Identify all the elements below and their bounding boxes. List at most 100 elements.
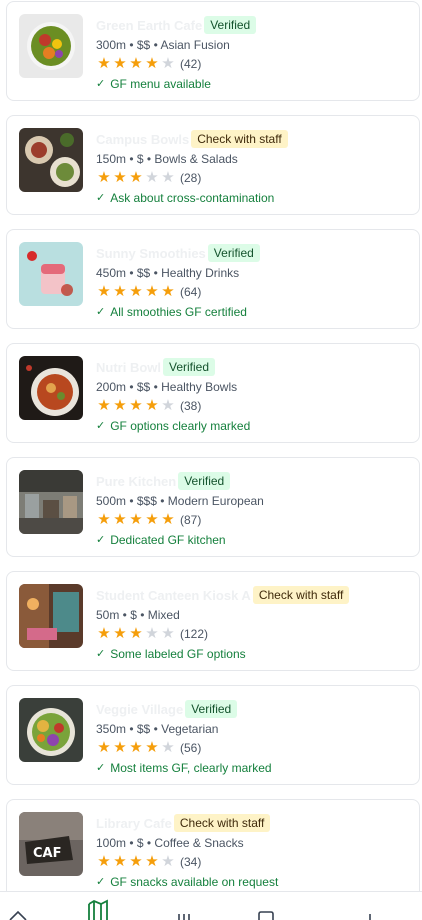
restaurant-thumbnail xyxy=(19,470,83,534)
svg-text:CAF: CAF xyxy=(33,846,61,861)
status-badge: Verified xyxy=(204,16,257,34)
gf-note-text: Most items GF, clearly marked xyxy=(110,761,272,775)
restaurant-name[interactable]: Nutri Bowl xyxy=(96,360,161,375)
review-count: (122) xyxy=(180,627,209,641)
gf-note: ✓ Most items GF, clearly marked xyxy=(96,758,411,778)
star-icon: ★ xyxy=(97,625,111,642)
status-badge: Verified xyxy=(178,472,231,490)
star-icon: ★ xyxy=(145,511,159,528)
restaurant-meta: 100m • $ • Coffee & Snacks xyxy=(96,836,244,850)
star-icon: ★ xyxy=(113,739,127,756)
restaurant-meta: 200m • $$ • Healthy Bowls xyxy=(96,380,238,394)
restaurant-name[interactable]: Pure Kitchen xyxy=(96,474,176,489)
status-badge: Verified xyxy=(207,244,260,262)
star-icon: ★ xyxy=(113,169,127,186)
star-icon: ★ xyxy=(113,397,127,414)
gf-note-text: Some labeled GF options xyxy=(110,647,246,661)
map-icon[interactable] xyxy=(86,898,110,920)
restaurant-card[interactable]: CAF Library Cafe Check with staff 100m • $ … xyxy=(6,799,420,899)
restaurant-thumbnail xyxy=(19,584,83,648)
gf-note: ✓ All smoothies GF certified xyxy=(96,302,411,322)
gf-note: ✓ Dedicated GF kitchen xyxy=(96,530,411,550)
check-icon: ✓ xyxy=(96,534,106,546)
restaurant-card[interactable]: Green Earth Cafe Verified 300m • $$ • Asia… xyxy=(6,1,420,101)
star-rating: ★ ★ ★ ★ ★ (34) xyxy=(96,852,411,872)
bookmark-icon[interactable] xyxy=(254,904,278,920)
restaurant-card[interactable]: Student Canteen Kiosk A Check with staff 5… xyxy=(6,571,420,671)
review-count: (34) xyxy=(180,855,202,869)
star-icon: ★ xyxy=(161,739,175,756)
restaurant-card[interactable]: Pure Kitchen Verified 500m • $$$ • Modern … xyxy=(6,457,420,557)
star-icon: ★ xyxy=(161,625,175,642)
gf-note: ✓ Some labeled GF options xyxy=(96,644,411,664)
star-icon: ★ xyxy=(145,739,159,756)
star-icon: ★ xyxy=(161,511,175,528)
home-icon[interactable] xyxy=(6,904,30,920)
review-count: (64) xyxy=(180,285,202,299)
gf-note: ✓ GF menu available xyxy=(96,74,411,94)
star-icon: ★ xyxy=(97,397,111,414)
restaurant-name[interactable]: Green Earth Cafe xyxy=(96,18,202,33)
star-rating: ★ ★ ★ ★ ★ (28) xyxy=(96,168,411,188)
restaurant-name[interactable]: Library Cafe xyxy=(96,816,172,831)
restaurant-card[interactable]: Veggie Village Verified 350m • $$ • Vegeta… xyxy=(6,685,420,785)
star-icon: ★ xyxy=(129,511,143,528)
star-rating: ★ ★ ★ ★ ★ (56) xyxy=(96,738,411,758)
list-icon[interactable] xyxy=(172,904,196,920)
star-icon: ★ xyxy=(129,853,143,870)
star-icon: ★ xyxy=(161,397,175,414)
status-badge: Verified xyxy=(185,700,238,718)
restaurant-name[interactable]: Sunny Smoothies xyxy=(96,246,206,261)
restaurant-thumbnail xyxy=(19,698,83,762)
star-icon: ★ xyxy=(129,625,143,642)
plus-icon[interactable] xyxy=(358,904,382,920)
review-count: (42) xyxy=(180,57,202,71)
gf-note-text: GF snacks available on request xyxy=(110,875,279,889)
bottom-nav xyxy=(0,891,422,920)
star-icon: ★ xyxy=(97,169,111,186)
check-icon: ✓ xyxy=(96,420,106,432)
status-badge: Check with staff xyxy=(173,814,271,832)
star-icon: ★ xyxy=(97,511,111,528)
gf-note: ✓ GF options clearly marked xyxy=(96,416,411,436)
star-icon: ★ xyxy=(97,739,111,756)
gf-note-text: Dedicated GF kitchen xyxy=(110,533,226,547)
star-icon: ★ xyxy=(145,853,159,870)
review-count: (87) xyxy=(180,513,202,527)
check-icon: ✓ xyxy=(96,762,106,774)
star-rating: ★ ★ ★ ★ ★ (38) xyxy=(96,396,411,416)
star-icon: ★ xyxy=(113,625,127,642)
star-icon: ★ xyxy=(145,283,159,300)
restaurant-name[interactable]: Student Canteen Kiosk A xyxy=(96,588,251,603)
restaurant-card[interactable]: Nutri Bowl Verified 200m • $$ • Healthy Bo… xyxy=(6,343,420,443)
star-icon: ★ xyxy=(129,739,143,756)
status-badge: Verified xyxy=(163,358,216,376)
star-icon: ★ xyxy=(129,397,143,414)
star-rating: ★ ★ ★ ★ ★ (64) xyxy=(96,282,411,302)
star-icon: ★ xyxy=(97,853,111,870)
status-badge: Check with staff xyxy=(191,130,288,148)
gf-note: ✓ GF snacks available on request xyxy=(96,872,411,892)
star-icon: ★ xyxy=(129,169,143,186)
restaurant-meta: 300m • $$ • Asian Fusion xyxy=(96,38,230,52)
star-rating: ★ ★ ★ ★ ★ (42) xyxy=(96,54,411,74)
restaurant-thumbnail xyxy=(19,128,83,192)
restaurant-card[interactable]: Sunny Smoothies Verified 450m • $$ • Healt… xyxy=(6,229,420,329)
restaurant-thumbnail: CAF xyxy=(19,812,83,876)
restaurant-name[interactable]: Veggie Village xyxy=(96,702,183,717)
check-icon: ✓ xyxy=(96,648,106,660)
check-icon: ✓ xyxy=(96,192,106,204)
review-count: (38) xyxy=(180,399,202,413)
check-icon: ✓ xyxy=(96,876,106,888)
restaurant-meta: 350m • $$ • Vegetarian xyxy=(96,722,219,736)
restaurant-card[interactable]: Campus Bowls Check with staff 150m • $ • B… xyxy=(6,115,420,215)
gf-note: ✓ Ask about cross-contamination xyxy=(96,188,411,208)
restaurant-meta: 500m • $$$ • Modern European xyxy=(96,494,264,508)
gf-note-text: All smoothies GF certified xyxy=(110,305,247,319)
star-icon: ★ xyxy=(161,169,175,186)
star-icon: ★ xyxy=(145,169,159,186)
restaurant-name[interactable]: Campus Bowls xyxy=(96,132,189,147)
star-icon: ★ xyxy=(97,55,111,72)
restaurant-meta: 150m • $ • Bowls & Salads xyxy=(96,152,238,166)
star-icon: ★ xyxy=(113,853,127,870)
